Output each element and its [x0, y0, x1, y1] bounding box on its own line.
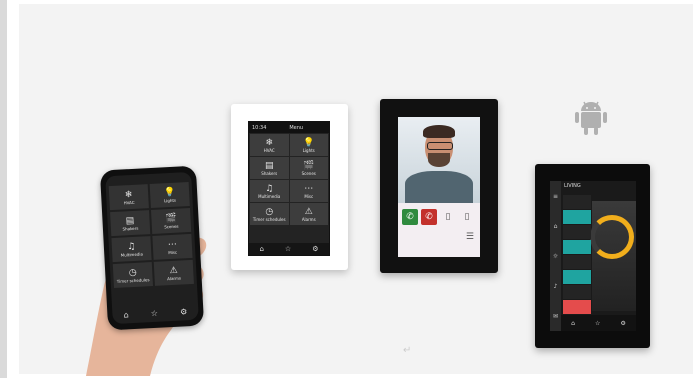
- home-icon[interactable]: ⌂: [259, 245, 263, 253]
- door-icon: ▯: [464, 212, 470, 222]
- settings-icon[interactable]: ⚙: [312, 245, 318, 253]
- thermostat-dial[interactable]: [590, 215, 634, 259]
- music-icon[interactable]: ♪: [554, 283, 558, 290]
- status-time: 10:34: [252, 124, 267, 131]
- music-icon: ♫: [265, 183, 274, 194]
- menu-tile[interactable]: [563, 195, 591, 209]
- clapper-icon: 🎬: [303, 160, 315, 171]
- answer-call-button[interactable]: ✆: [402, 209, 418, 225]
- white-panel-screen: 10:34 Menu ❄ HVAC 💡 Lights ▤ Shakers 🎬 Scene…: [248, 121, 330, 256]
- tile-alarms[interactable]: ⚠ Alarms: [153, 259, 194, 286]
- video-door-station: ✆ ✆ ▯ ▯ ☰ ↵: [380, 99, 498, 356]
- white-touch-panel: 10:34 Menu ❄ HVAC 💡 Lights ▤ Shakers 🎬 Scene…: [231, 104, 348, 270]
- smartphone-menu-grid: ❄ HVAC 💡 Lights ▤ Shakers 🎬 Scenes ♫ Multimed…: [108, 181, 194, 289]
- room-title: LIVING: [564, 183, 581, 189]
- shutter-icon: ▤: [264, 160, 274, 171]
- menu-tile[interactable]: [563, 225, 591, 239]
- white-panel-bottom-bar: ⌂ ☆ ⚙: [249, 243, 329, 255]
- home-icon[interactable]: ⌂: [123, 310, 129, 319]
- left-edge-bar: [0, 0, 7, 378]
- tile-timer-schedules[interactable]: ◷ Timer schedules: [112, 262, 153, 289]
- smartphone-screen: ❄ HVAC 💡 Lights ▤ Shakers 🎬 Scenes ♫ Multimed…: [105, 171, 199, 325]
- white-panel-status-bar: 10:34 Menu: [249, 122, 329, 133]
- shutter-icon: ▤: [125, 215, 135, 226]
- clock-icon: ◷: [265, 206, 274, 217]
- android-icon: [575, 101, 607, 135]
- smartphone-bottom-bar: ⌂ ☆ ⚙: [112, 307, 198, 320]
- bulb-icon: 💡: [303, 137, 315, 148]
- menu-tile[interactable]: [563, 240, 591, 254]
- settings-icon[interactable]: ⚙: [621, 320, 626, 327]
- tile-timer-schedules[interactable]: ◷ Timer schedules: [250, 203, 289, 225]
- alarm-icon: ⚠: [169, 265, 178, 276]
- end-call-button[interactable]: ✆: [421, 209, 437, 225]
- tile-scenes[interactable]: 🎬 Scenes: [151, 207, 192, 234]
- bulb-icon: 💡: [163, 187, 176, 198]
- star-icon[interactable]: ☆: [285, 245, 291, 253]
- clapper-icon: 🎬: [165, 213, 177, 224]
- home-icon[interactable]: ⌂: [554, 223, 558, 230]
- alarm-icon: ⚠: [304, 206, 313, 217]
- tile-hvac[interactable]: ❄ HVAC: [250, 134, 289, 156]
- clock-icon: ◷: [128, 267, 137, 278]
- door-station-screen: ✆ ✆ ▯ ▯ ☰: [398, 117, 480, 257]
- tile-hvac[interactable]: ❄ HVAC: [108, 184, 149, 211]
- hvac-icon: ❄: [265, 137, 274, 148]
- menu-icon[interactable]: ≡: [553, 193, 558, 200]
- android-panel-menu: [563, 195, 591, 314]
- tile-lights[interactable]: 💡 Lights: [149, 181, 190, 209]
- ellipsis-icon: ⋯: [167, 239, 178, 250]
- smartphone: ❄ HVAC 💡 Lights ▤ Shakers 🎬 Scenes ♫ Multimed…: [99, 165, 205, 331]
- sun-icon[interactable]: ☼: [553, 253, 558, 260]
- settings-sliders-icon[interactable]: ☰: [466, 232, 474, 242]
- phone-icon: ✆: [406, 212, 414, 222]
- door-icon: ▯: [445, 212, 451, 222]
- tile-shakers[interactable]: ▤ Shakers: [110, 210, 151, 237]
- tile-scenes[interactable]: 🎬 Scenes: [289, 157, 328, 179]
- settings-icon[interactable]: ⚙: [180, 307, 188, 316]
- tile-alarms[interactable]: ⚠ Alarms: [289, 203, 328, 225]
- product-showcase: 10:34 Menu ❄ HVAC 💡 Lights ▤ Shakers 🎬 Scene…: [0, 0, 697, 378]
- open-door-2-button[interactable]: ▯: [459, 209, 475, 225]
- visitor-photo: [398, 117, 480, 203]
- music-icon: ♫: [127, 241, 136, 252]
- tile-misc[interactable]: ⋯ Misc: [152, 233, 193, 260]
- android-panel-bottom-bar: ⌂ ☆ ⚙: [561, 315, 636, 331]
- tile-shakers[interactable]: ▤ Shakers: [250, 157, 289, 179]
- tile-multimedia[interactable]: ♫ Multimedia: [250, 180, 289, 202]
- menu-title: Menu: [289, 124, 304, 131]
- mail-icon[interactable]: ✉: [553, 313, 558, 320]
- android-panel-screen: ≡ ⌂ ☼ ♪ ✉ LIVING ⌂ ☆ ⚙: [550, 181, 636, 331]
- home-icon[interactable]: ⌂: [571, 320, 575, 327]
- tile-lights[interactable]: 💡 Lights: [289, 134, 328, 156]
- back-arrow-icon[interactable]: ↵: [403, 345, 411, 356]
- tile-misc[interactable]: ⋯ Misc: [289, 180, 328, 202]
- star-icon[interactable]: ☆: [151, 309, 159, 318]
- hangup-icon: ✆: [425, 212, 433, 222]
- ellipsis-icon: ⋯: [304, 183, 314, 194]
- menu-tile[interactable]: [563, 270, 591, 284]
- call-controls: ✆ ✆ ▯ ▯: [402, 209, 475, 225]
- menu-tile-alert[interactable]: [563, 300, 591, 314]
- open-door-1-button[interactable]: ▯: [440, 209, 456, 225]
- android-panel-sidebar: ≡ ⌂ ☼ ♪ ✉: [550, 181, 561, 331]
- menu-tile[interactable]: [563, 255, 591, 269]
- menu-tile[interactable]: [563, 210, 591, 224]
- menu-tile[interactable]: [563, 285, 591, 299]
- android-touch-panel: ≡ ⌂ ☼ ♪ ✉ LIVING ⌂ ☆ ⚙: [535, 164, 650, 348]
- star-icon[interactable]: ☆: [595, 320, 600, 327]
- tile-multimedia[interactable]: ♫ Multimedia: [111, 236, 152, 263]
- white-panel-menu-grid: ❄ HVAC 💡 Lights ▤ Shakers 🎬 Scenes ♫ Multimed…: [249, 133, 329, 226]
- hvac-icon: ❄: [124, 189, 133, 200]
